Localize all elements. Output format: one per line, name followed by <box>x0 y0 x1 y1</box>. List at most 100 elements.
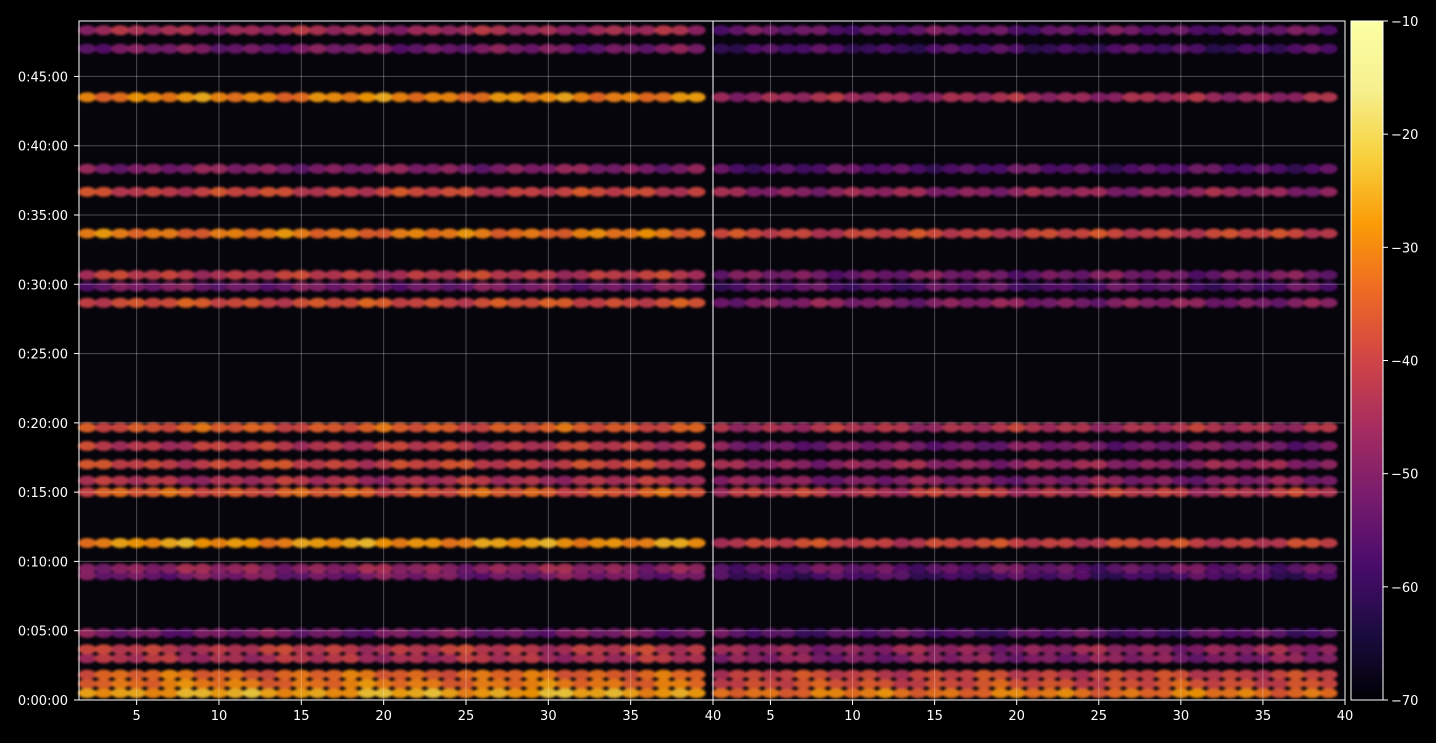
heat-cell <box>810 475 829 486</box>
heat-cell <box>1122 628 1141 638</box>
heat-cell <box>876 538 895 548</box>
heat-cell <box>827 459 846 470</box>
heat-cell <box>892 475 911 486</box>
heat-cell <box>1286 644 1305 655</box>
heat-cell <box>1122 653 1141 664</box>
heat-cell <box>308 669 327 680</box>
heat-cell <box>424 186 443 197</box>
colorbar-gradient <box>1350 20 1384 701</box>
heat-cell <box>671 441 690 451</box>
heat-cell <box>424 563 443 574</box>
heat-cell <box>94 644 113 655</box>
heat-cell <box>1286 669 1305 680</box>
heat-cell <box>687 644 706 655</box>
heat-cell <box>193 228 212 239</box>
heat-cell <box>654 163 673 174</box>
heat-cell <box>176 538 196 548</box>
heat-cell <box>555 270 574 280</box>
heat-cell <box>892 459 911 470</box>
heat-cell <box>1270 422 1289 433</box>
heat-cell <box>605 281 624 292</box>
heat-cell <box>958 563 977 574</box>
heat-cell <box>876 228 895 239</box>
heat-cell <box>827 669 846 680</box>
heat-cell <box>144 653 163 664</box>
heat-cell <box>909 25 928 36</box>
heat-cell <box>391 281 410 292</box>
heat-cell <box>176 297 196 308</box>
heat-cell <box>745 653 763 664</box>
heat-cell <box>876 281 895 292</box>
heat-cell <box>1188 163 1207 174</box>
heat-cell <box>859 163 878 174</box>
heat-cell <box>341 43 360 54</box>
heat-cell <box>506 163 525 174</box>
heat-cell <box>745 92 763 103</box>
heat-cell <box>1286 688 1305 699</box>
heat-cell <box>358 43 377 54</box>
heat-cell <box>777 678 796 689</box>
heat-cell <box>1270 669 1289 680</box>
heat-cell <box>440 563 459 574</box>
heat-cell <box>942 459 960 470</box>
heat-cell <box>892 688 911 699</box>
heat-cell <box>745 163 763 174</box>
heat-cell <box>308 678 327 689</box>
heat-cell <box>308 459 327 470</box>
heat-cell <box>1139 297 1157 308</box>
heat-cell <box>859 281 878 292</box>
heat-cell <box>308 538 327 548</box>
heat-cell <box>1204 92 1223 103</box>
heat-cell <box>974 628 993 638</box>
heat-cell <box>1319 43 1338 54</box>
heat-cell <box>728 678 747 689</box>
heat-cell <box>275 669 294 680</box>
heat-cell <box>1286 678 1305 689</box>
heat-cell <box>1221 186 1240 197</box>
heat-cell <box>654 678 673 689</box>
colorbar-tick-label: −40 <box>1391 355 1418 370</box>
heat-cell <box>78 475 97 486</box>
heat-cell <box>308 43 327 54</box>
heat-cell <box>1155 92 1174 103</box>
heat-cell <box>588 653 607 664</box>
heat-cell <box>1204 281 1223 292</box>
heat-cell <box>777 25 796 36</box>
heat-cell <box>1319 25 1338 36</box>
heat-cell <box>506 25 525 36</box>
heat-cell <box>144 678 163 689</box>
heat-cell <box>605 538 624 548</box>
heat-cell <box>810 441 829 451</box>
heat-cell <box>1319 186 1338 197</box>
x-tick-label: 40 <box>1337 709 1354 724</box>
heat-cell <box>638 644 657 655</box>
heat-cell <box>1188 422 1207 433</box>
heat-cell <box>942 628 960 638</box>
heat-cell <box>745 186 763 197</box>
heat-cell <box>391 422 410 433</box>
heat-cell <box>1188 441 1207 451</box>
heat-cell <box>489 25 508 36</box>
heat-cell <box>424 628 443 638</box>
heat-cell <box>78 669 97 680</box>
heat-cell <box>671 628 690 638</box>
heat-cell <box>193 669 212 680</box>
heat-cell <box>391 538 410 548</box>
heat-cell <box>1040 281 1059 292</box>
heat-cell <box>654 25 673 36</box>
y-tick-label: 0:00:00 <box>18 694 68 709</box>
heat-cell <box>777 92 796 103</box>
heat-cell <box>1040 538 1059 548</box>
heat-cell <box>259 475 278 486</box>
heat-cell <box>473 678 492 689</box>
heat-cell <box>892 441 911 451</box>
x-tick-label: 10 <box>844 709 861 724</box>
heat-cell <box>958 281 977 292</box>
heat-cell <box>1237 678 1256 689</box>
heat-cell <box>605 475 624 486</box>
y-tick-label: 0:05:00 <box>18 625 68 640</box>
heat-cell <box>1040 678 1059 689</box>
heat-cell <box>144 163 163 174</box>
heat-cell <box>1040 628 1059 638</box>
heat-cell <box>407 475 426 486</box>
